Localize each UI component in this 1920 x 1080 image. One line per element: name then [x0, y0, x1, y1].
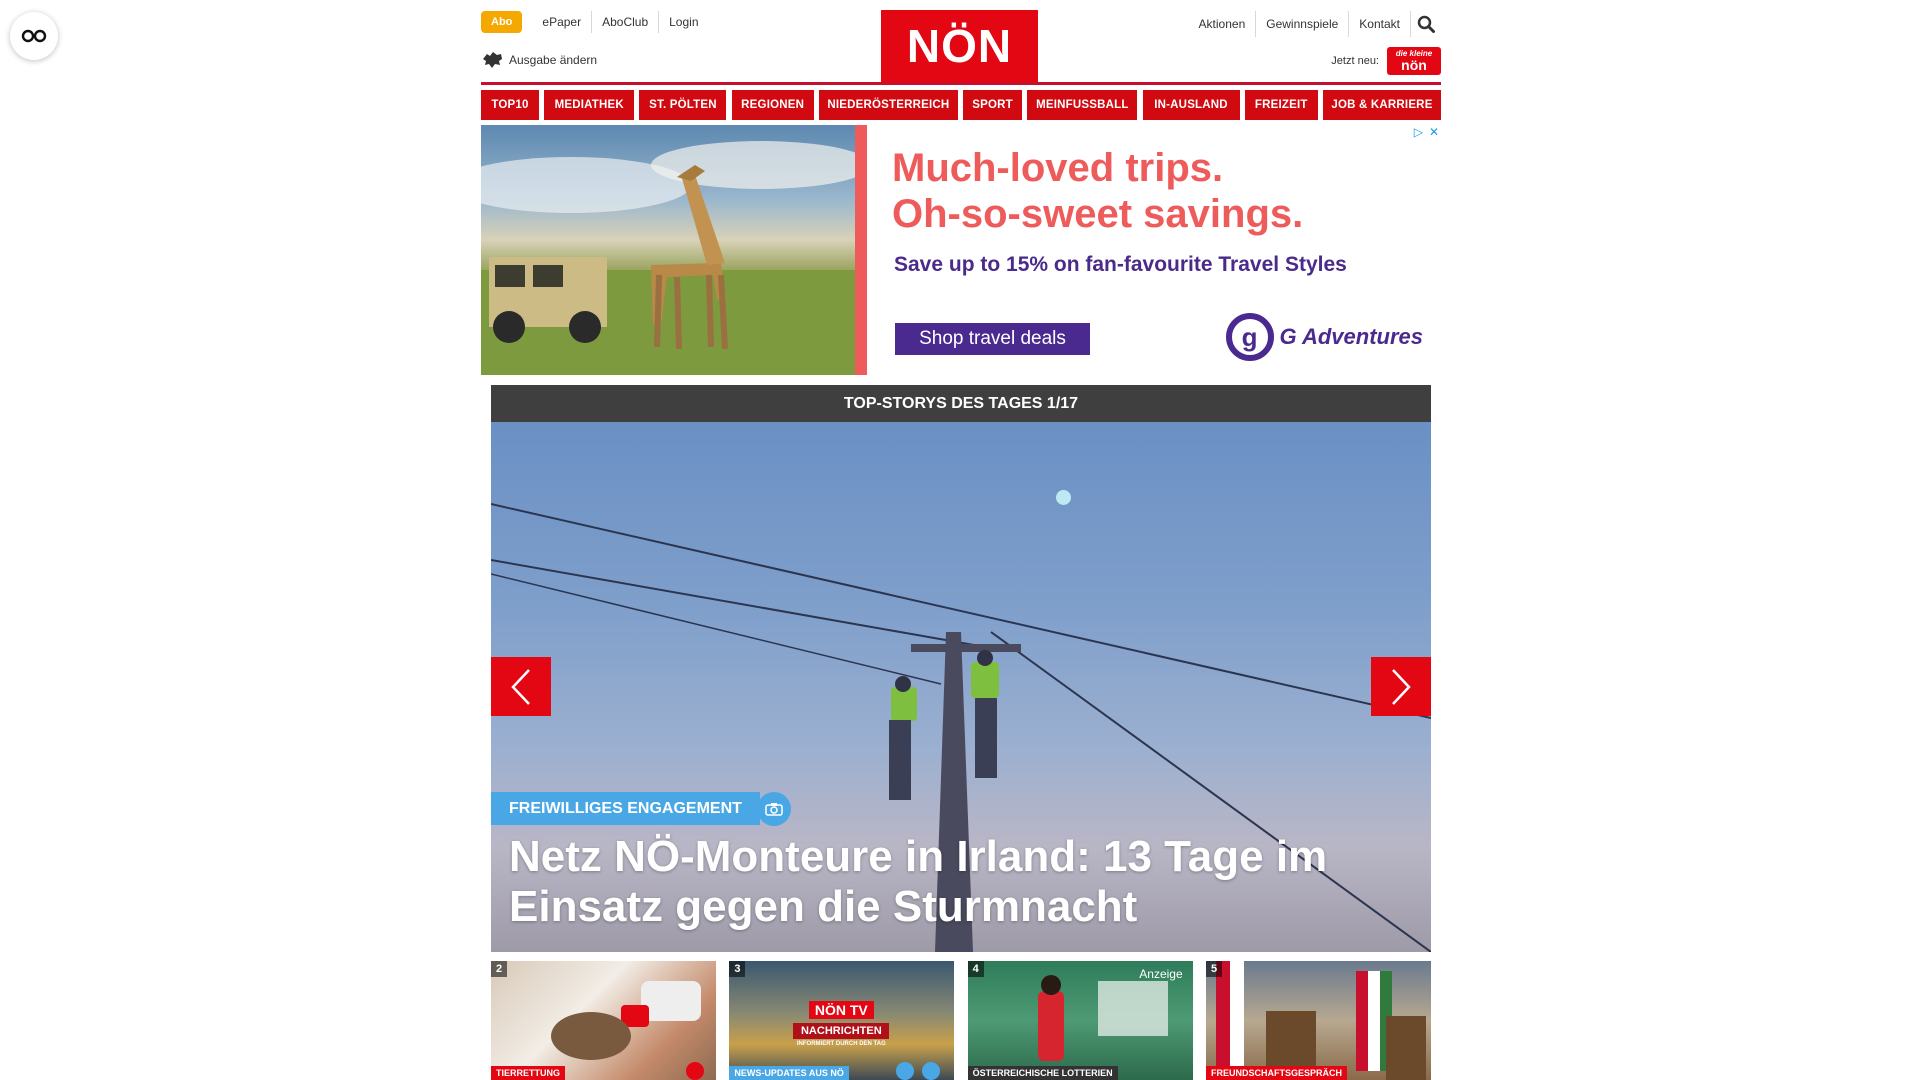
animal-rescue-image	[551, 981, 701, 1060]
nav-item-mediathek[interactable]: MEDIATHEK	[544, 90, 635, 120]
sponsored-label: Anzeige	[1139, 967, 1183, 981]
ad-headline-line1: Much-loved trips.	[892, 146, 1224, 190]
site-header: Abo ePaper AboClub Login Ausgabe ändern …	[481, 0, 1441, 85]
nav-item-freizeit[interactable]: FREIZEIT	[1244, 90, 1318, 120]
hero-title-line2: Einsatz gegen die Sturmnacht	[509, 882, 1138, 931]
press-conference-image	[1215, 961, 1426, 1080]
ad-brand-name: G Adventures	[1279, 324, 1423, 349]
advertisement-banner[interactable]: ▷ ✕ Much-loved trips. Oh-so-sweet saving…	[481, 125, 1441, 375]
hero-story-title[interactable]: Netz NÖ-Monteure in Irland: 13 Tage im E…	[509, 832, 1409, 932]
search-button[interactable]	[1411, 11, 1441, 37]
chevron-left-icon	[511, 668, 530, 705]
edition-selector[interactable]: Ausgabe ändern	[481, 51, 597, 69]
main-navigation: TOP10 MEDIATHEK ST. PÖLTEN REGIONEN NIED…	[481, 90, 1441, 120]
thumbnail-category: FREUNDSCHAFTSGESPRÄCH	[1205, 1066, 1347, 1080]
ad-accent-stripe	[855, 125, 867, 375]
aboclub-link[interactable]: AboClub	[592, 11, 660, 33]
adchoices-icon[interactable]: ▷	[1414, 125, 1423, 139]
story-thumbnail-4[interactable]: 4 Anzeige ÖSTERREICHISCHE LOTTERIEN	[967, 961, 1193, 1080]
jetzt-neu-label: Jetzt neu:	[1331, 55, 1379, 67]
nav-item-st-poelten[interactable]: ST. PÖLTEN	[639, 90, 727, 120]
gewinnspiele-link[interactable]: Gewinnspiele	[1256, 11, 1350, 37]
close-ad-icon[interactable]: ✕	[1429, 125, 1439, 139]
g-adventures-icon: g	[1225, 313, 1274, 361]
non-tv-logo: NÖN TV NACHRICHTEN INFORMIERT DURCH DEN …	[793, 1001, 890, 1047]
kontakt-link[interactable]: Kontakt	[1349, 11, 1411, 37]
aktionen-link[interactable]: Aktionen	[1189, 11, 1257, 37]
nav-item-regionen[interactable]: REGIONEN	[731, 90, 814, 120]
story-thumbnail-5[interactable]: 5 FREUNDSCHAFTSGESPRÄCH	[1205, 961, 1431, 1080]
nav-item-sport[interactable]: SPORT	[963, 90, 1023, 120]
camera-icon	[686, 1062, 704, 1080]
non-tv-subline: INFORMIERT DURCH DEN TAG	[796, 1041, 886, 1047]
top-stories-slider: TOP-STORYS DES TAGES 1/17 FREIWILLIGES E…	[491, 385, 1431, 952]
story-thumbnail-3[interactable]: NÖN TV NACHRICHTEN INFORMIERT DURCH DEN …	[729, 961, 955, 1080]
moon	[1056, 490, 1071, 505]
accessibility-toggle-button[interactable]	[10, 12, 58, 60]
nav-item-meinfussball[interactable]: MEINFUSSBALL	[1027, 90, 1138, 120]
giraffe-safari-illustration	[481, 141, 855, 375]
thumbnail-category: TIERRETTUNG	[491, 1066, 565, 1080]
camera-icon	[896, 1062, 915, 1080]
ad-content: ▷ ✕ Much-loved trips. Oh-so-sweet saving…	[867, 125, 1441, 375]
abo-button[interactable]: Abo	[481, 11, 523, 33]
slider-prev-button[interactable]	[491, 657, 551, 716]
ad-choices[interactable]: ▷ ✕	[1414, 125, 1439, 139]
story-category-badge[interactable]: FREIWILLIGES ENGAGEMENT	[491, 792, 760, 825]
slider-next-button[interactable]	[1371, 657, 1431, 716]
jetzt-neu-promo: Jetzt neu: die kleine nön	[1331, 47, 1441, 75]
kleine-logo-line2: nön	[1401, 57, 1427, 73]
story-thumbnails: 2 TIERRETTUNG NÖN TV NACHRICHTEN INFORMI…	[491, 961, 1431, 1080]
thumbnail-number: 3	[729, 961, 746, 977]
nav-item-top10[interactable]: TOP10	[481, 90, 539, 120]
epaper-link[interactable]: ePaper	[532, 11, 593, 33]
ad-headline: Much-loved trips. Oh-so-sweet savings.	[892, 145, 1303, 237]
nav-item-niederoesterreich[interactable]: NIEDERÖSTERREICH	[818, 90, 958, 120]
login-link[interactable]: Login	[659, 11, 708, 33]
lower-austria-map-icon	[483, 52, 502, 68]
glasses-icon	[21, 29, 47, 43]
hero-story[interactable]: FREIWILLIGES ENGAGEMENT Netz NÖ-Monteure…	[491, 422, 1431, 952]
hero-title-line1: Netz NÖ-Monteure in Irland: 13 Tage im	[509, 832, 1328, 881]
ad-safari-image	[481, 125, 855, 375]
camera-icon	[765, 803, 783, 816]
ad-headline-line2: Oh-so-sweet savings.	[892, 192, 1304, 236]
nachrichten-label: NACHRICHTEN	[793, 1023, 890, 1039]
thumbnail-number: 4	[967, 961, 984, 977]
top-stories-header: TOP-STORYS DES TAGES 1/17	[491, 385, 1431, 422]
search-icon	[1417, 15, 1435, 33]
thumbnail-category: ÖSTERREICHISCHE LOTTERIEN	[967, 1066, 1118, 1080]
ad-subline: Save up to 15% on fan-favourite Travel S…	[894, 253, 1347, 276]
non-tv-label: NÖN TV	[808, 1001, 874, 1019]
top-right-links: Aktionen Gewinnspiele Kontakt	[1189, 11, 1441, 37]
chevron-right-icon	[1392, 668, 1411, 705]
header-divider	[481, 82, 1441, 85]
shop-travel-deals-button[interactable]: Shop travel deals	[895, 323, 1090, 355]
thumbnail-number: 5	[1205, 961, 1223, 977]
nav-item-job-karriere[interactable]: JOB & KARRIERE	[1322, 90, 1441, 120]
die-kleine-non-logo[interactable]: die kleine nön	[1387, 47, 1441, 75]
edition-label: Ausgabe ändern	[509, 53, 598, 67]
thumbnail-category: NEWS-UPDATES AUS NÖ	[729, 1066, 849, 1080]
thumbnail-number: 2	[491, 961, 508, 977]
non-logo[interactable]: NÖN	[881, 10, 1038, 82]
top-left-links: Abo ePaper AboClub Login	[481, 11, 709, 33]
nav-item-in-ausland[interactable]: IN-AUSLAND	[1142, 90, 1240, 120]
story-thumbnail-2[interactable]: 2 TIERRETTUNG	[491, 961, 716, 1080]
play-icon	[922, 1062, 941, 1080]
gallery-badge	[757, 792, 791, 826]
g-adventures-logo: g G Adventures	[1225, 313, 1423, 361]
